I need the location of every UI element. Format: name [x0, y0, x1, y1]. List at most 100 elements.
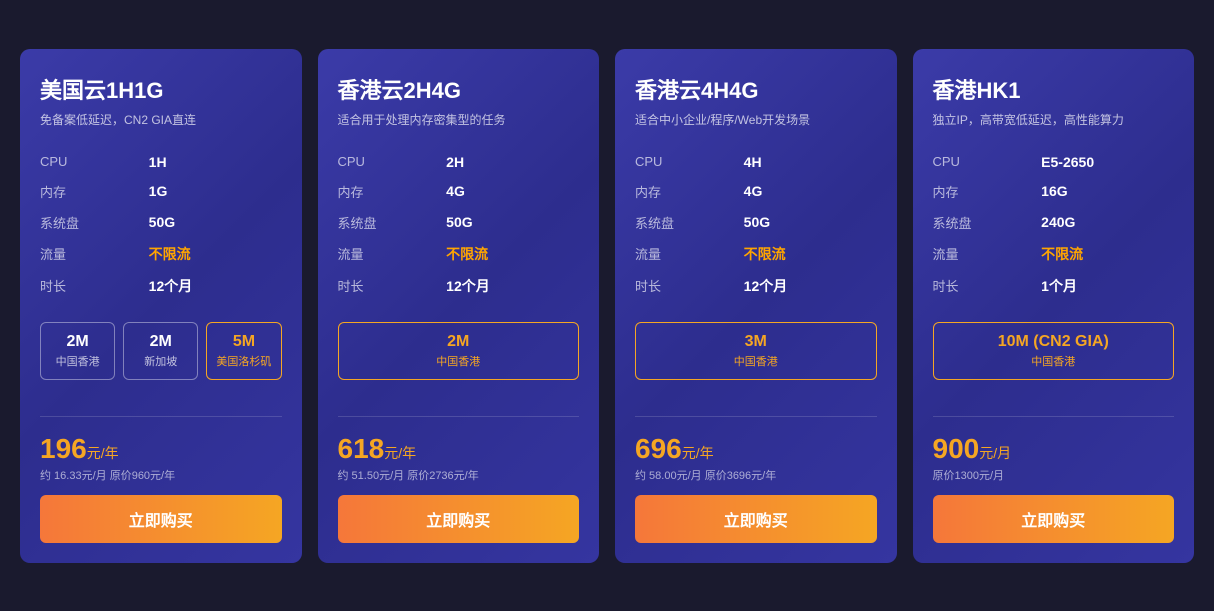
divider — [933, 416, 1175, 417]
price-main: 696元/年 — [635, 433, 877, 465]
spec-row: 内存4G — [338, 176, 580, 207]
specs-table: CPUE5-2650内存16G系统盘240G流量不限流时长1个月 — [933, 148, 1175, 302]
spec-value: 12个月 — [149, 270, 282, 302]
spec-row: 系统盘50G — [338, 207, 580, 238]
buy-button[interactable]: 立即购买 — [40, 495, 282, 543]
spec-row: CPUE5-2650 — [933, 148, 1175, 176]
spec-row: 流量不限流 — [338, 238, 580, 270]
spec-label: 时长 — [40, 270, 149, 302]
spec-value: 12个月 — [446, 270, 579, 302]
card-2: 香港云2H4G适合用于处理内存密集型的任务CPU2H内存4G系统盘50G流量不限… — [318, 49, 600, 563]
bandwidth-option-1[interactable]: 2M中国香港 — [338, 322, 580, 380]
spec-value: 1G — [149, 176, 282, 207]
bandwidth-location: 中国香港 — [47, 353, 108, 369]
spec-value: 不限流 — [149, 238, 282, 270]
spec-row: 系统盘50G — [40, 207, 282, 238]
specs-table: CPU4H内存4G系统盘50G流量不限流时长12个月 — [635, 148, 877, 302]
spec-row: 流量不限流 — [933, 238, 1175, 270]
bandwidth-location: 新加坡 — [130, 353, 191, 369]
bandwidth-option-1[interactable]: 10M (CN2 GIA) 中国香港 — [933, 322, 1175, 380]
bandwidth-option-1[interactable]: 3M中国香港 — [635, 322, 877, 380]
price-sub: 约 16.33元/月 原价960元/年 — [40, 467, 282, 483]
spec-value: 50G — [149, 207, 282, 238]
spec-row: 内存16G — [933, 176, 1175, 207]
bandwidth-option-1[interactable]: 2M 中国香港 — [40, 322, 115, 380]
spec-label: 内存 — [40, 176, 149, 207]
spec-label: 内存 — [338, 176, 447, 207]
spec-label: 时长 — [338, 270, 447, 302]
spec-label: CPU — [635, 148, 744, 176]
bandwidth-option-3[interactable]: 5M 美国洛杉矶 — [206, 322, 281, 380]
spec-label: 流量 — [635, 238, 744, 270]
spec-label: 系统盘 — [933, 207, 1042, 238]
spec-label: CPU — [338, 148, 447, 176]
price-sub: 约 58.00元/月 原价3696元/年 — [635, 467, 877, 483]
card-subtitle: 独立IP，高带宽低延迟，高性能算力 — [933, 111, 1175, 128]
spec-value: 4H — [744, 148, 877, 176]
price-number: 196 — [40, 433, 87, 464]
spec-value: 不限流 — [1041, 238, 1174, 270]
buy-button[interactable]: 立即购买 — [338, 495, 580, 543]
card-1: 美国云1H1G免备案低延迟，CN2 GIA直连CPU1H内存1G系统盘50G流量… — [20, 49, 302, 563]
spec-value: 4G — [446, 176, 579, 207]
specs-table: CPU1H内存1G系统盘50G流量不限流时长12个月 — [40, 148, 282, 302]
bandwidth-speed: 10M (CN2 GIA) — [940, 333, 1168, 351]
card-subtitle: 适合中小企业/程序/Web开发场景 — [635, 111, 877, 128]
price-section: 900元/月原价1300元/月立即购买 — [933, 433, 1175, 543]
spec-row: 系统盘50G — [635, 207, 877, 238]
spec-row: 时长1个月 — [933, 270, 1175, 302]
spec-label: 流量 — [40, 238, 149, 270]
bandwidth-speed: 2M — [345, 333, 573, 351]
price-unit: 元/月 — [979, 445, 1011, 461]
bandwidth-speed: 2M — [47, 333, 108, 351]
price-unit: 元/年 — [682, 445, 714, 461]
bandwidth-section: 2M 中国香港 2M 新加坡 5M 美国洛杉矶 — [40, 322, 282, 380]
cards-container: 美国云1H1G免备案低延迟，CN2 GIA直连CPU1H内存1G系统盘50G流量… — [20, 49, 1194, 563]
bandwidth-section: 2M中国香港 — [338, 322, 580, 380]
spec-value: 4G — [744, 176, 877, 207]
price-number: 696 — [635, 433, 682, 464]
spec-row: CPU2H — [338, 148, 580, 176]
price-unit: 元/年 — [87, 445, 119, 461]
spec-value: 12个月 — [744, 270, 877, 302]
buy-button[interactable]: 立即购买 — [635, 495, 877, 543]
spec-label: 流量 — [933, 238, 1042, 270]
specs-table: CPU2H内存4G系统盘50G流量不限流时长12个月 — [338, 148, 580, 302]
spec-value: 2H — [446, 148, 579, 176]
buy-button[interactable]: 立即购买 — [933, 495, 1175, 543]
spec-label: 内存 — [635, 176, 744, 207]
bandwidth-speed: 5M — [213, 333, 274, 351]
bandwidth-section: 10M (CN2 GIA) 中国香港 — [933, 322, 1175, 380]
spec-label: CPU — [40, 148, 149, 176]
spec-value: 不限流 — [744, 238, 877, 270]
price-main: 196元/年 — [40, 433, 282, 465]
spec-label: 时长 — [635, 270, 744, 302]
spec-row: CPU1H — [40, 148, 282, 176]
spec-label: CPU — [933, 148, 1042, 176]
price-main: 900元/月 — [933, 433, 1175, 465]
spec-value: 16G — [1041, 176, 1174, 207]
bandwidth-location: 中国香港 — [642, 353, 870, 369]
price-sub: 原价1300元/月 — [933, 467, 1175, 483]
spec-value: 50G — [744, 207, 877, 238]
bandwidth-location: 美国洛杉矶 — [213, 353, 274, 369]
divider — [40, 416, 282, 417]
spec-value: E5-2650 — [1041, 148, 1174, 176]
bandwidth-location: 中国香港 — [940, 353, 1168, 369]
price-number: 618 — [338, 433, 385, 464]
price-sub: 约 51.50元/月 原价2736元/年 — [338, 467, 580, 483]
spec-label: 流量 — [338, 238, 447, 270]
spec-row: 内存4G — [635, 176, 877, 207]
spec-row: 时长12个月 — [40, 270, 282, 302]
spec-value: 1个月 — [1041, 270, 1174, 302]
spec-row: 内存1G — [40, 176, 282, 207]
spec-row: 系统盘240G — [933, 207, 1175, 238]
spec-value: 不限流 — [446, 238, 579, 270]
bandwidth-speed: 2M — [130, 333, 191, 351]
card-title: 香港HK1 — [933, 73, 1175, 105]
bandwidth-option-2[interactable]: 2M 新加坡 — [123, 322, 198, 380]
spec-value: 1H — [149, 148, 282, 176]
spec-label: 系统盘 — [338, 207, 447, 238]
spec-label: 系统盘 — [40, 207, 149, 238]
card-subtitle: 适合用于处理内存密集型的任务 — [338, 111, 580, 128]
